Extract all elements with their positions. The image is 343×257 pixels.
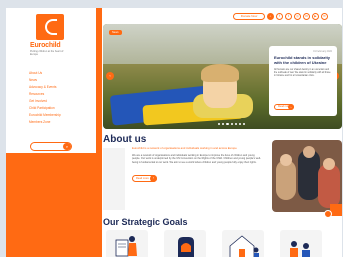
browser-page: Eurochild Putting children at the heart … xyxy=(6,8,342,257)
goals-heading: Our Strategic Goals xyxy=(103,217,188,227)
sidebar-item-child-participation[interactable]: Child Participation xyxy=(29,105,61,112)
sidebar-item-membership[interactable]: Eurochild Membership xyxy=(29,112,61,119)
sidebar-divider xyxy=(96,8,102,257)
hero-card-title[interactable]: Eurochild stands in solidarity with the … xyxy=(274,55,332,66)
hero-carousel[interactable]: News ‹ › 01 February 2022 Eurochild stan… xyxy=(103,24,342,129)
hero-news-card: 01 February 2022 Eurochild stands in sol… xyxy=(269,46,337,116)
search-icon[interactable]: ⌕ xyxy=(267,13,274,20)
goal-card-family[interactable] xyxy=(222,230,264,257)
house-family-icon xyxy=(229,235,259,257)
logo-name: Eurochild xyxy=(30,42,61,49)
photo-face xyxy=(303,146,315,158)
search-input[interactable]: ⌕ xyxy=(30,142,72,151)
logo-tagline: Putting children at the heart of Europe xyxy=(30,50,64,56)
email-icon[interactable]: ✉ xyxy=(321,13,328,20)
sidebar-orange-panel xyxy=(6,153,96,257)
arrow-right-icon: › xyxy=(288,104,294,111)
carousel-dot[interactable] xyxy=(222,123,225,126)
sidebar: Eurochild Putting children at the heart … xyxy=(6,8,96,257)
about-read-more-button[interactable]: Read more › xyxy=(132,175,157,183)
youtube-icon[interactable]: ▶ xyxy=(312,13,319,20)
sidebar-item-advocacy[interactable]: Advocacy & Events xyxy=(29,84,61,91)
about-heading: About us xyxy=(103,134,147,145)
instagram-icon[interactable]: ◎ xyxy=(294,13,301,20)
about-read-more-label: Read more xyxy=(136,177,149,180)
sidebar-item-resources[interactable]: Resources xyxy=(29,91,61,98)
goal-card-protection[interactable] xyxy=(164,230,206,257)
about-subtitle: Eurochild is a network of organisations … xyxy=(132,146,237,150)
sidebar-item-news[interactable]: News xyxy=(29,77,61,84)
sidebar-item-members-zone[interactable]: Members Zone xyxy=(29,119,61,126)
search-icon[interactable]: ⌕ xyxy=(63,143,71,151)
goal-card-advocacy[interactable] xyxy=(106,230,148,257)
carousel-dot[interactable] xyxy=(218,123,221,126)
carousel-dot[interactable] xyxy=(226,123,229,126)
raised-hand-icon xyxy=(178,237,194,257)
photo-person xyxy=(276,160,296,200)
hero-image-child-hair xyxy=(201,64,239,82)
photo-person xyxy=(318,164,340,208)
carousel-dot[interactable] xyxy=(243,123,246,126)
goal-card-participation[interactable] xyxy=(280,230,322,257)
arrow-right-icon: › xyxy=(150,175,157,183)
hero-read-more-button[interactable]: Read more › xyxy=(274,104,294,111)
megaphone-person-icon xyxy=(115,236,137,257)
linkedin-icon[interactable]: in xyxy=(303,13,310,20)
decorative-dot xyxy=(324,210,332,218)
eurochild-logo[interactable] xyxy=(36,14,64,40)
facebook-icon[interactable]: f xyxy=(276,13,283,20)
carousel-dot[interactable] xyxy=(238,123,242,126)
carousel-dot[interactable] xyxy=(234,123,237,126)
carousel-pagination xyxy=(218,123,246,126)
hero-card-date: 01 February 2022 xyxy=(313,50,332,53)
about-photo xyxy=(272,140,342,212)
photo-face xyxy=(323,158,335,170)
sidebar-item-about[interactable]: About Us xyxy=(29,70,61,77)
carousel-dot[interactable] xyxy=(230,123,233,126)
people-icon xyxy=(290,241,310,257)
hero-tag: News xyxy=(109,30,122,35)
logo-mark-icon xyxy=(45,19,57,35)
about-decoration xyxy=(103,148,125,210)
carousel-prev-button[interactable]: ‹ xyxy=(106,72,114,80)
sidebar-nav: About Us News Advocacy & Events Resource… xyxy=(29,70,61,126)
hero-card-text: All humans are our shared destiny in an … xyxy=(274,68,331,77)
sidebar-item-get-involved[interactable]: Get Involved xyxy=(29,98,61,105)
about-text: We are a network of organisations and in… xyxy=(132,154,261,164)
donate-button[interactable]: Donate Now xyxy=(233,13,265,20)
twitter-icon[interactable]: t xyxy=(285,13,292,20)
photo-face xyxy=(280,154,292,166)
